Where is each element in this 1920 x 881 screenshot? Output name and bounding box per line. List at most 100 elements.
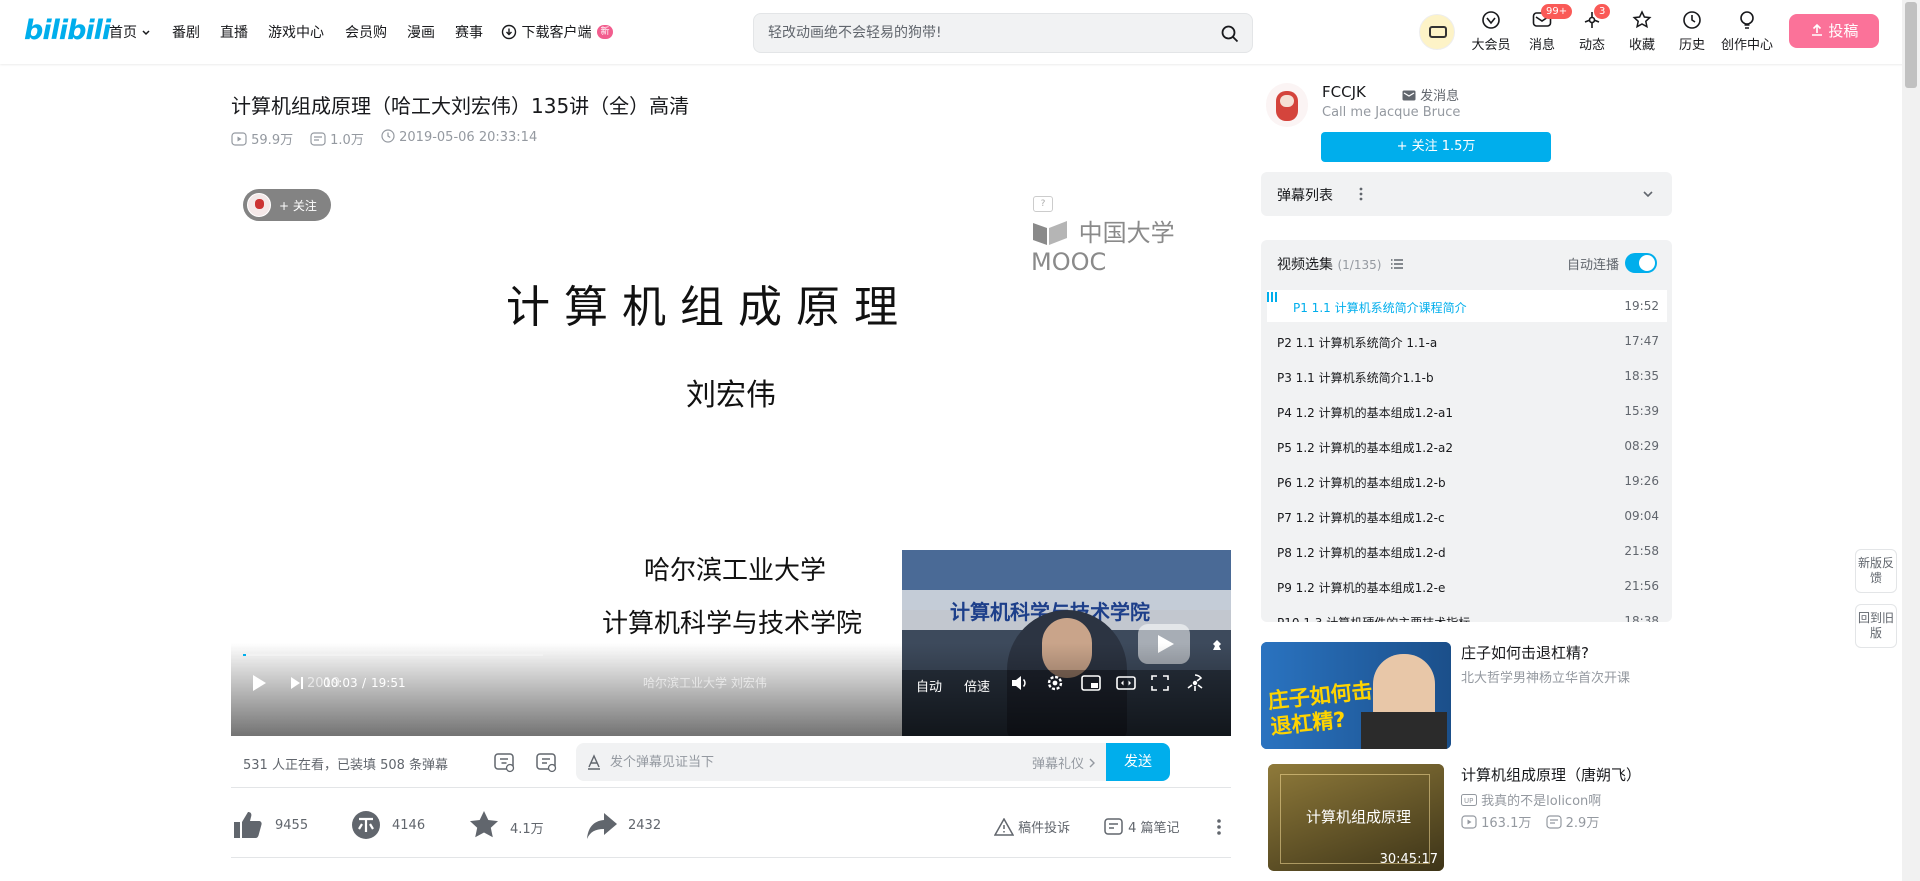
like-icon[interactable] [232,810,264,840]
danmaku-toggle-icon[interactable] [493,751,515,773]
nav-game[interactable]: 游戏中心 [268,22,324,42]
volume-icon[interactable] [1011,675,1029,691]
mooc-watermark: 中国大学MOOC [1031,213,1231,276]
rec-thumbnail[interactable]: 庄子如何击退杠精? [1261,642,1451,749]
view-count-value: 59.9万 [251,133,294,148]
autoplay-label: 自动连播 [1567,258,1620,273]
time-current: 00:03 [323,676,358,690]
episode-title: P8 1.2 计算机的基本组成1.2-d [1277,546,1446,560]
more-menu-icon[interactable] [1216,818,1222,836]
episode-item[interactable]: P3 1.1 计算机系统简介1.1-b 18:35 [1267,360,1667,392]
danmaku-shield-icon[interactable] [1186,674,1204,692]
play-icon[interactable] [251,674,267,692]
search-icon[interactable] [1220,24,1240,44]
danmaku-settings-icon[interactable] [535,751,557,773]
danmaku-send-button[interactable]: 发送 [1106,743,1170,781]
rec-thumb-text: 计算机组成原理 [1306,808,1412,826]
autoplay-toggle[interactable] [1625,253,1657,273]
episode-title: P2 1.1 计算机系统简介 1.1-a [1277,336,1438,350]
up-name[interactable]: FCCJK [1322,83,1366,101]
pin-icon[interactable] [1211,639,1223,655]
video-player[interactable]: + 关注 ? 中国大学MOOC 计算机组成原理 刘宏伟 哈尔滨工业大学 计算机科… [231,173,1231,736]
speed-button[interactable]: 倍速 [964,676,990,695]
notes-label: 4 篇笔记 [1128,821,1180,836]
slide-title: 计算机组成原理 [506,282,912,333]
nav-manga[interactable]: 漫画 [407,22,435,42]
chevron-down-icon [142,30,150,36]
help-icon[interactable]: ? [1033,196,1053,212]
download-label: 下载客户端 [521,25,592,41]
up-follow-button[interactable]: + 关注 1.5万 [1321,132,1551,162]
danmaku-etiquette-link[interactable]: 弹幕礼仪 [1032,753,1096,772]
danmaku-icon [310,132,326,146]
progress-track[interactable] [243,654,543,656]
episode-item[interactable]: P8 1.2 计算机的基本组成1.2-d 21:58 [1267,535,1667,567]
page-scrollbar[interactable] [1902,0,1920,881]
pip-mode-icon[interactable] [1081,675,1101,691]
episode-item[interactable]: P2 1.1 计算机系统简介 1.1-a 17:47 [1267,325,1667,357]
nav-bangumi[interactable]: 番剧 [172,22,200,42]
upload-icon [1811,23,1822,36]
new-version-feedback-button[interactable]: 新版反馈 [1855,549,1897,593]
clock-icon [381,129,395,143]
scrollbar-thumb[interactable] [1905,2,1917,88]
episode-item[interactable]: P9 1.2 计算机的基本组成1.2-e 21:56 [1267,570,1667,602]
danmaku-count-value: 1.0万 [330,133,364,148]
danmaku-etiquette-label: 弹幕礼仪 [1032,757,1085,772]
rec-thumbnail[interactable]: 计算机组成原理 30:45:17 [1268,764,1444,871]
favorite-star-icon[interactable] [468,810,500,840]
episode-title: P7 1.2 计算机的基本组成1.2-c [1277,511,1445,525]
warning-icon [993,817,1015,836]
rec-up[interactable]: UP 我真的不是lolicon啊 [1461,790,1601,809]
upload-button[interactable]: 投稿 [1789,14,1879,48]
episode-item[interactable]: P4 1.2 计算机的基本组成1.2-a1 15:39 [1267,395,1667,427]
danmaku-icon [1545,815,1562,829]
user-avatar[interactable] [1419,14,1455,50]
episode-item[interactable]: P6 1.2 计算机的基本组成1.2-b 19:26 [1267,465,1667,497]
list-icon[interactable] [1390,258,1404,270]
nav-home[interactable]: 首页 [109,22,151,42]
next-episode-icon[interactable] [290,676,304,690]
rec-title[interactable]: 庄子如何击退杠精? [1461,642,1589,663]
notes-button[interactable]: 4 篇笔记 [1104,817,1180,836]
nav-match[interactable]: 赛事 [455,22,483,42]
back-to-old-version-button[interactable]: 回到旧版 [1855,604,1897,648]
episode-item[interactable]: P10 1.3 计算机硬件的主要技术指标 18:38 [1267,605,1667,622]
widescreen-icon[interactable] [1116,675,1136,691]
episode-item[interactable]: P1 1.1 计算机系统简介课程简介 19:52 [1267,290,1667,322]
episode-item[interactable]: P5 1.2 计算机的基本组成1.2-a2 08:29 [1267,430,1667,462]
episode-item[interactable]: P7 1.2 计算机的基本组成1.2-c 09:04 [1267,500,1667,532]
up-avatar[interactable] [1266,83,1308,127]
episode-duration: 18:38 [1624,614,1659,622]
more-vertical-icon[interactable] [1359,187,1363,201]
slide-department: 计算机科学与技术学院 [602,609,863,639]
download-client-link[interactable]: 下载客户端 [501,22,591,42]
fullscreen-icon[interactable] [1151,675,1169,691]
playlist-panel: 视频选集 (1/135) 自动连播 P1 1.1 计算机系统简介课程简介 19:5… [1261,240,1672,622]
danmaku-list-panel[interactable]: 弹幕列表 [1261,172,1672,216]
settings-gear-icon[interactable] [1046,674,1064,692]
rec-title[interactable]: 计算机组成原理（唐朔飞） [1461,764,1641,785]
player-follow-button[interactable]: + 关注 [243,189,331,221]
nav-mall[interactable]: 会员购 [345,22,387,42]
episode-duration: 08:29 [1624,439,1659,453]
dynamic-badge: 3 [1594,4,1611,19]
star-icon [1632,10,1652,29]
text-style-icon[interactable] [586,754,602,770]
bulb-icon [1740,11,1754,29]
quality-auto-button[interactable]: 自动 [916,676,942,695]
episode-title: P4 1.2 计算机的基本组成1.2-a1 [1277,406,1453,420]
chevron-down-icon[interactable] [1642,189,1654,199]
favorites-label: 收藏 [1628,38,1655,53]
report-button[interactable]: 稿件投诉 [993,817,1070,836]
search-input[interactable] [768,23,1198,43]
rec-subtitle: 北大哲学男神杨立华首次开课 [1461,671,1631,686]
coin-icon[interactable] [351,810,381,840]
share-icon[interactable] [586,812,618,840]
send-message-button[interactable]: 发消息 [1402,85,1459,104]
nav-live[interactable]: 直播 [220,22,248,42]
viewer-count: 531 人正在看，已装填 508 条弹幕 [243,758,449,773]
danmaku-input[interactable] [610,752,970,772]
bilibili-logo[interactable]: bilibili [24,15,111,46]
episode-duration: 09:04 [1624,509,1659,523]
